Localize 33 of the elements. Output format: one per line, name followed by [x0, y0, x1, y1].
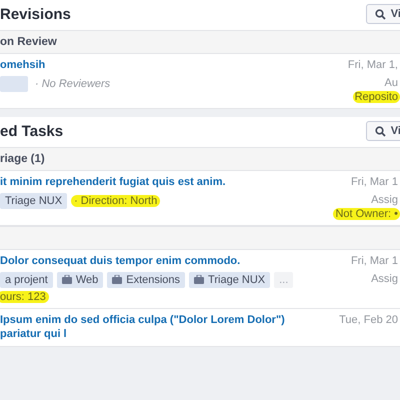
group-title: on Review — [0, 36, 57, 48]
item-title[interactable]: it minim reprehenderit fugiat quis est anim. — [0, 176, 324, 190]
tag[interactable]: Triage NUX — [0, 192, 68, 209]
item-info: Fri, Mar 1 — [350, 176, 399, 188]
item-info: Fri, Mar 1 — [350, 255, 399, 267]
item-info: Not Owner: • — [333, 208, 400, 220]
section-title: ed Tasks — [0, 122, 64, 140]
item-info: Assig — [370, 273, 399, 285]
project-tag[interactable]: Extensions — [107, 272, 186, 288]
item-meta: ours: 123 — [0, 290, 49, 303]
search-icon — [374, 8, 386, 20]
briefcase-icon — [62, 275, 72, 284]
item-info: Au — [384, 77, 399, 89]
group-title: riage (1) — [0, 153, 45, 165]
item-meta: · No Reviewers — [34, 78, 112, 90]
section-title: Revisions — [0, 6, 71, 22]
briefcase-icon — [112, 275, 122, 284]
briefcase-icon — [194, 275, 204, 284]
item-info: Fri, Mar 1, — [346, 59, 399, 71]
search-icon — [374, 126, 386, 136]
item-title[interactable]: omehsih — [0, 59, 336, 73]
tag[interactable]: a projent — [0, 272, 53, 288]
item-title[interactable]: Dolor consequat duis tempor enim commodo. — [0, 255, 339, 269]
item-info: Tue, Feb 20 — [338, 314, 399, 326]
item-meta: · Direction: North — [71, 194, 160, 207]
view-button[interactable]: Vi — [366, 121, 400, 141]
project-tag[interactable]: Web — [56, 272, 104, 288]
item-info: Assig — [370, 194, 399, 206]
project-tag[interactable]: Triage NUX — [189, 272, 270, 288]
view-button[interactable]: Vi — [366, 4, 400, 24]
item-info: Reposito — [352, 91, 400, 103]
tag[interactable] — [0, 76, 28, 92]
item-title[interactable]: Ipsum enim do sed officia culpa ("Dolor Lorem Dolor") pariatur qui l — [0, 314, 328, 342]
